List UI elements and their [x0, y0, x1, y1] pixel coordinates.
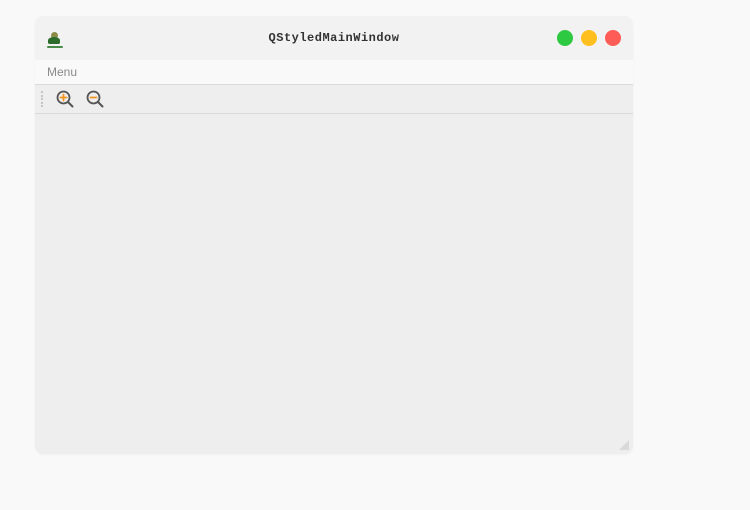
zoom-in-icon: [55, 89, 75, 109]
resize-grip[interactable]: [617, 438, 629, 450]
zoom-out-icon: [85, 89, 105, 109]
app-icon: [47, 32, 63, 48]
window-controls: [557, 30, 621, 46]
minimize-button[interactable]: [557, 30, 573, 46]
titlebar: QStyledMainWindow: [35, 16, 633, 60]
maximize-button[interactable]: [581, 30, 597, 46]
window-title: QStyledMainWindow: [269, 31, 400, 45]
toolbar-handle[interactable]: [39, 88, 45, 110]
content-area: [35, 114, 633, 454]
menubar: Menu: [35, 60, 633, 84]
close-button[interactable]: [605, 30, 621, 46]
main-window: QStyledMainWindow Menu: [35, 16, 633, 454]
toolbar: [35, 84, 633, 114]
menu-item-menu[interactable]: Menu: [43, 63, 81, 81]
zoom-in-button[interactable]: [53, 87, 77, 111]
zoom-out-button[interactable]: [83, 87, 107, 111]
